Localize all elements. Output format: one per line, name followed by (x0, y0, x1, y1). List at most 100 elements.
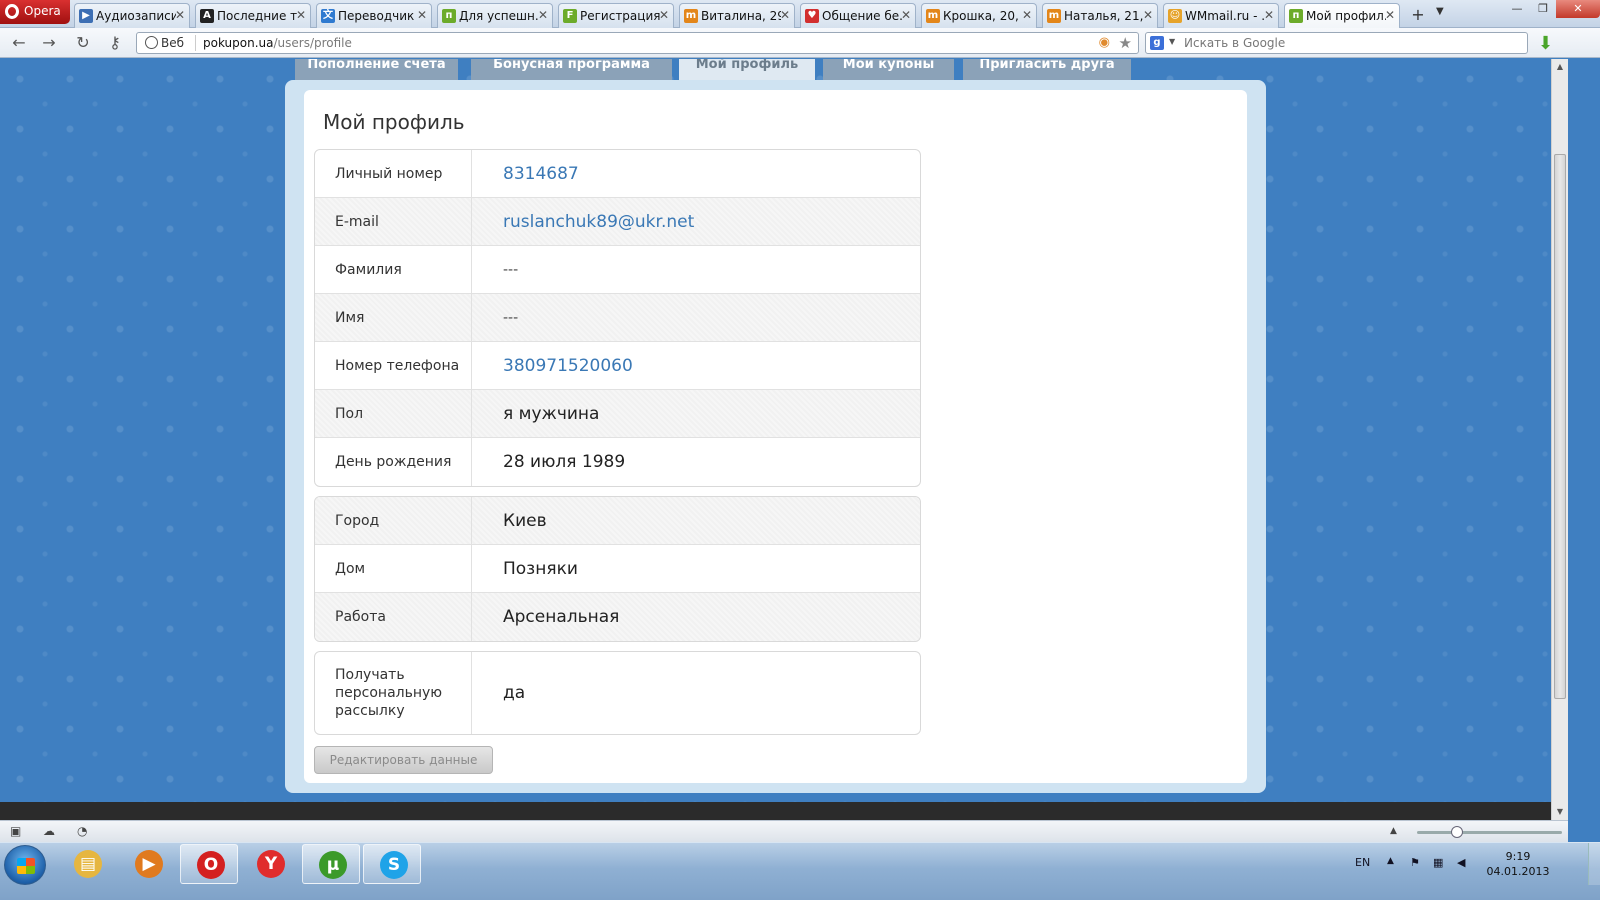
profile-field-value[interactable]: ruslanchuk89@ukr.net (503, 198, 694, 245)
address-bar[interactable]: Веб pokupon.ua/users/profile ◉ ★ (136, 32, 1139, 54)
vertical-scrollbar[interactable]: ▲ ▼ (1551, 59, 1568, 820)
key-icon[interactable]: ⚷ (104, 33, 126, 53)
browser-tab-title: WMmail.ru - ... (1185, 9, 1265, 23)
start-button[interactable] (4, 845, 46, 885)
taskbar-app-button[interactable]: µ (302, 844, 360, 884)
restore-icon[interactable]: ❐ (1530, 0, 1556, 18)
tab-4[interactable]: Пригласить друга (963, 59, 1131, 80)
profile-field-label: Имя (315, 294, 472, 341)
zoom-slider[interactable] (1417, 831, 1562, 834)
close-tab-icon[interactable]: ✕ (780, 8, 790, 22)
url-path: /users/profile (273, 36, 352, 50)
close-tab-icon[interactable]: ✕ (1385, 8, 1395, 22)
scroll-up-icon[interactable]: ▲ (1552, 59, 1568, 75)
profile-field-value: 28 июля 1989 (503, 452, 626, 472)
close-tab-icon[interactable]: ✕ (1143, 8, 1153, 22)
taskbar-app-button[interactable]: Y (241, 844, 299, 884)
browser-tab[interactable]: п Для успешн... ✕ (437, 3, 553, 28)
profile-field-label: Номер телефона (315, 342, 472, 389)
opera-taskbar-icon: O (197, 851, 225, 879)
show-desktop-button[interactable] (1588, 843, 1600, 885)
opera-menu-label: Opera (24, 4, 61, 18)
close-tab-icon[interactable]: ✕ (1022, 8, 1032, 22)
status-up-arrow-icon[interactable]: ▲ (1390, 826, 1397, 836)
reload-icon[interactable]: ↻ (72, 33, 94, 53)
tab-1[interactable]: Бонусная программа (471, 59, 672, 80)
profile-row: Получать персональную рассылку да (315, 652, 920, 734)
volume-icon[interactable]: ◀ (1457, 856, 1465, 869)
tab-0[interactable]: Пополнение счета (295, 59, 458, 80)
action-center-flag-icon[interactable]: ⚑ (1410, 856, 1420, 869)
language-indicator[interactable]: EN (1355, 856, 1370, 869)
close-tab-icon[interactable]: ✕ (659, 8, 669, 22)
profile-field-label: E-mail (315, 198, 472, 245)
wmmail-icon: ☺ (1168, 9, 1182, 23)
back-icon[interactable]: ← (8, 33, 30, 53)
browser-tab[interactable]: mВиталина, 29,...✕ (679, 3, 795, 28)
browser-tab-title: Крошка, 20, ... (943, 9, 1023, 23)
close-tab-icon[interactable]: ✕ (901, 8, 911, 22)
search-field[interactable]: g ▼ Искать в Google (1145, 32, 1528, 54)
browser-tab[interactable]: mНаталья, 21, ...✕ (1042, 3, 1158, 28)
browser-tab[interactable]: ☺ WMmail.ru - ... ✕ (1163, 3, 1279, 28)
close-tab-icon[interactable]: ✕ (1264, 8, 1274, 22)
translate-icon: 文 (321, 9, 335, 23)
profile-field-label: День рождения (315, 438, 472, 486)
taskbar-app-button[interactable]: ▶ (119, 844, 177, 884)
yandex-taskbar-icon: Y (257, 850, 285, 878)
letter-a-icon: A (200, 9, 214, 23)
profile-field-value: да (503, 683, 526, 703)
bookmark-star-icon[interactable]: ★ (1119, 34, 1132, 52)
turbo-icon[interactable]: ◔ (77, 824, 87, 838)
rss-icon[interactable]: ◉ (1099, 35, 1110, 50)
scroll-thumb[interactable] (1554, 154, 1566, 699)
taskbar-app-button[interactable]: S (363, 844, 421, 884)
profile-row: Город Киев (315, 497, 920, 545)
clock[interactable]: 9:19 04.01.2013 (1478, 849, 1558, 879)
minimize-icon[interactable]: — (1504, 0, 1530, 18)
browser-tab[interactable]: пМой профил...✕ (1284, 3, 1400, 29)
forward-icon[interactable]: → (38, 33, 60, 53)
browser-tab[interactable]: AПоследние т...✕ (195, 3, 311, 28)
panel-toggle-icon[interactable]: ▣ (10, 824, 21, 838)
edit-profile-button[interactable]: Редактировать данные (314, 746, 493, 774)
browser-tab-title: Мой профил... (1306, 9, 1386, 23)
page-viewport: Пополнение счета Бонусная программа Мой пр… (0, 59, 1551, 802)
network-icon[interactable]: ▦ (1433, 856, 1443, 869)
web-badge-label: Веб (161, 36, 185, 50)
search-engine-chevron-icon[interactable]: ▼ (1169, 37, 1175, 46)
profile-field-value: Арсенальная (503, 607, 620, 627)
browser-tab-title: Аудиозаписи... (96, 9, 176, 23)
tray-expand-icon[interactable]: ▲ (1387, 856, 1394, 866)
address-url[interactable]: pokupon.ua/users/profile (203, 36, 352, 50)
location-group: Город Киев Дом Позняки Работа Арсенальная (314, 496, 921, 642)
tab-list-chevron-icon[interactable]: ▼ (1436, 6, 1444, 17)
browser-tab[interactable]: 文Переводчик ...✕ (316, 3, 432, 28)
taskbar-app-button[interactable]: ▤ (58, 844, 116, 884)
taskbar-app-button[interactable]: O (180, 844, 238, 884)
close-tab-icon[interactable]: ✕ (417, 8, 427, 22)
browser-tab[interactable]: FРегистрация ...✕ (558, 3, 674, 28)
tab-3[interactable]: Мои купоны (823, 59, 954, 80)
close-tab-icon[interactable]: ✕ (538, 8, 548, 22)
pokupon-icon: п (442, 9, 456, 23)
profile-field-value[interactable]: 8314687 (503, 150, 579, 197)
opera-unite-icon[interactable]: ☁ (43, 824, 55, 838)
browser-tab-title: Для успешн... (459, 9, 539, 23)
close-tab-icon[interactable]: ✕ (175, 8, 185, 22)
tab-2[interactable]: Мой профиль (679, 59, 815, 80)
download-icon[interactable]: ⬇ (1538, 33, 1553, 54)
new-tab-icon[interactable]: + (1408, 5, 1428, 24)
profile-field-label: Работа (315, 593, 472, 641)
close-window-icon[interactable]: ✕ (1556, 0, 1600, 18)
scroll-down-icon[interactable]: ▼ (1552, 804, 1568, 820)
zoom-slider-knob[interactable] (1451, 826, 1463, 838)
profile-row: Дом Позняки (315, 545, 920, 593)
browser-tab[interactable]: mКрошка, 20, ...✕ (921, 3, 1037, 28)
opera-menu-button[interactable]: Opera (0, 0, 70, 24)
close-tab-icon[interactable]: ✕ (296, 8, 306, 22)
heart-icon: ♥ (805, 9, 819, 23)
browser-tab[interactable]: ▶Аудиозаписи...✕ (74, 3, 190, 28)
profile-field-value[interactable]: 380971520060 (503, 342, 633, 389)
browser-tab[interactable]: ♥ Общение бе... ✕ (800, 3, 916, 28)
